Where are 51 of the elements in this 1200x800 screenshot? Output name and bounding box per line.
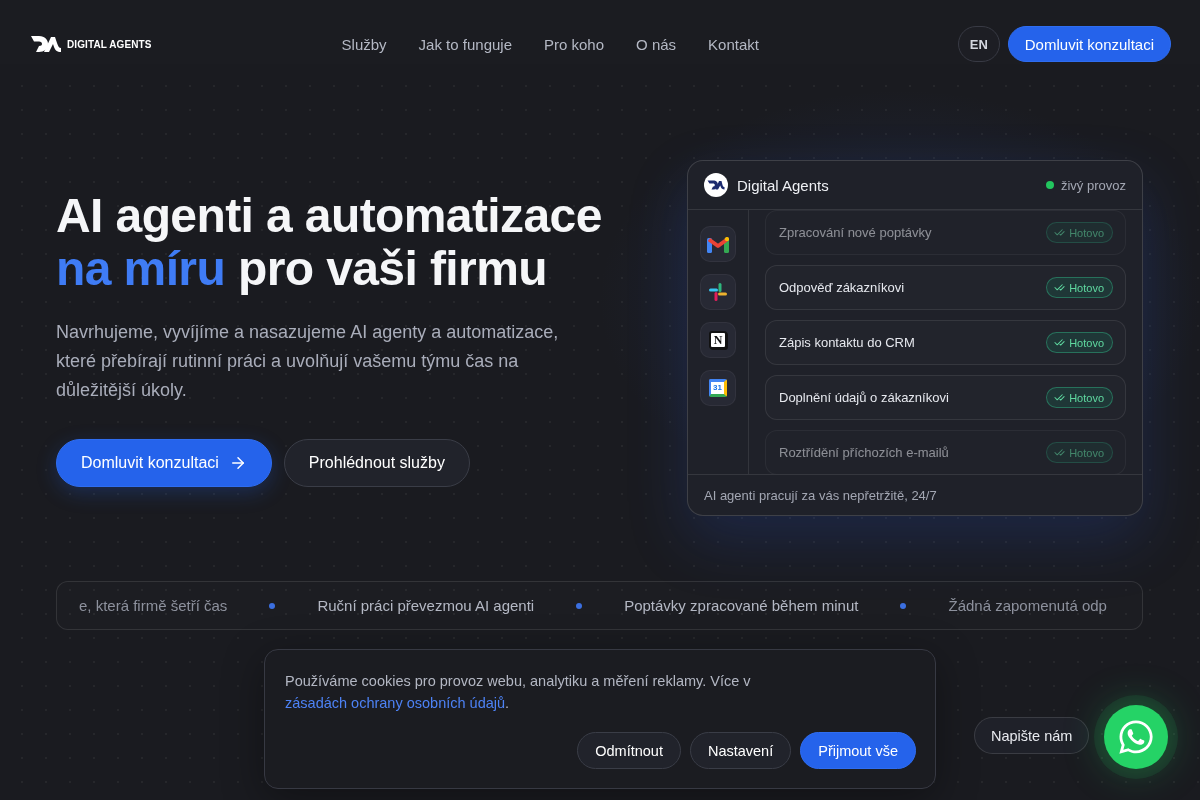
ticker-text: Žádná zapomenutá odp — [948, 597, 1107, 614]
status-text: Hotovo — [1069, 281, 1104, 294]
card-footer-text: AI agenti pracují za vás nepřetržitě, 24/7 — [704, 487, 937, 503]
task-label: Roztřídění příchozích e-mailů — [779, 445, 949, 460]
task-label: Zápis kontaktu do CRM — [779, 335, 915, 350]
nav-link[interactable]: O nás — [636, 35, 677, 53]
nav-link[interactable]: Služby — [341, 35, 387, 53]
task-label: Zpracování nové poptávky — [779, 225, 932, 240]
card-title: Digital Agents — [737, 176, 829, 194]
logo-text: DIGITAL AGENTS — [67, 38, 152, 50]
mail-m-icon — [700, 226, 736, 262]
nav-link[interactable]: Pro koho — [544, 35, 605, 53]
ticker-text: e, která firmě šetří čas — [79, 597, 228, 614]
n-cube-icon: N — [700, 322, 736, 358]
services-button[interactable]: Prohlédnout služby — [283, 439, 470, 487]
hash-icon — [700, 274, 736, 310]
double-check-icon — [1054, 337, 1066, 348]
separator-dot-icon — [269, 602, 276, 609]
hero-heading: AI agenti a automatizace na míru pro vaši firmu — [56, 189, 603, 295]
logo-mark-icon — [30, 34, 62, 54]
calendar-icon: 31 — [700, 370, 736, 406]
privacy-link[interactable]: zásadách ochrany osobních údajů — [285, 695, 506, 711]
double-check-icon — [1054, 227, 1066, 238]
separator-dot-icon — [576, 602, 583, 609]
status-text: Hotovo — [1069, 446, 1104, 459]
double-check-icon — [1054, 282, 1066, 293]
logo-mark-icon — [704, 173, 728, 197]
language-button[interactable]: EN — [957, 26, 1000, 62]
status-text: Hotovo — [1069, 336, 1104, 349]
chat-bubble-phone-icon — [1117, 718, 1155, 756]
status-text: Hotovo — [1069, 226, 1104, 239]
ticker-text: Ruční práci převezmou AI agenti — [317, 597, 535, 614]
accept-button[interactable]: Přijmout vše — [800, 732, 916, 769]
nav-link[interactable]: Jak to funguje — [418, 35, 512, 53]
cookie-button[interactable]: Odmítnout — [577, 732, 681, 769]
hero-description: Navrhujeme, vyvíjíme a nasazujeme AI agenty a automatizace, které přebírají rutinní práci a uvolňují vašemu týmu čas na důležitější úkoly. — [56, 321, 560, 402]
ticker-text: Poptávky zpracované během minut — [624, 597, 859, 614]
cookie-text: Používáme cookies pro provoz webu, analytiku a měření reklamy. Více v zásadách ochrany osobních údajů. — [285, 672, 752, 713]
cookie-button[interactable]: Nastavení — [689, 732, 792, 769]
separator-dot-icon — [900, 602, 907, 609]
chat-label-button[interactable]: Napište nám — [974, 717, 1090, 754]
nav-link[interactable]: Kontakt — [708, 35, 759, 53]
status-text: Hotovo — [1069, 391, 1104, 404]
double-check-icon — [1054, 447, 1066, 458]
chat-button[interactable] — [1104, 705, 1168, 769]
task-label: Doplnění údajů o zákazníkovi — [779, 390, 949, 405]
double-check-icon — [1054, 392, 1066, 403]
consultation-button[interactable]: Domluvit konzultaci — [1007, 26, 1171, 62]
status-label: živý provoz — [1060, 177, 1126, 193]
consultation-button[interactable]: Domluvit konzultaci — [56, 439, 272, 487]
task-label: Odpověď zákazníkovi — [779, 280, 905, 295]
